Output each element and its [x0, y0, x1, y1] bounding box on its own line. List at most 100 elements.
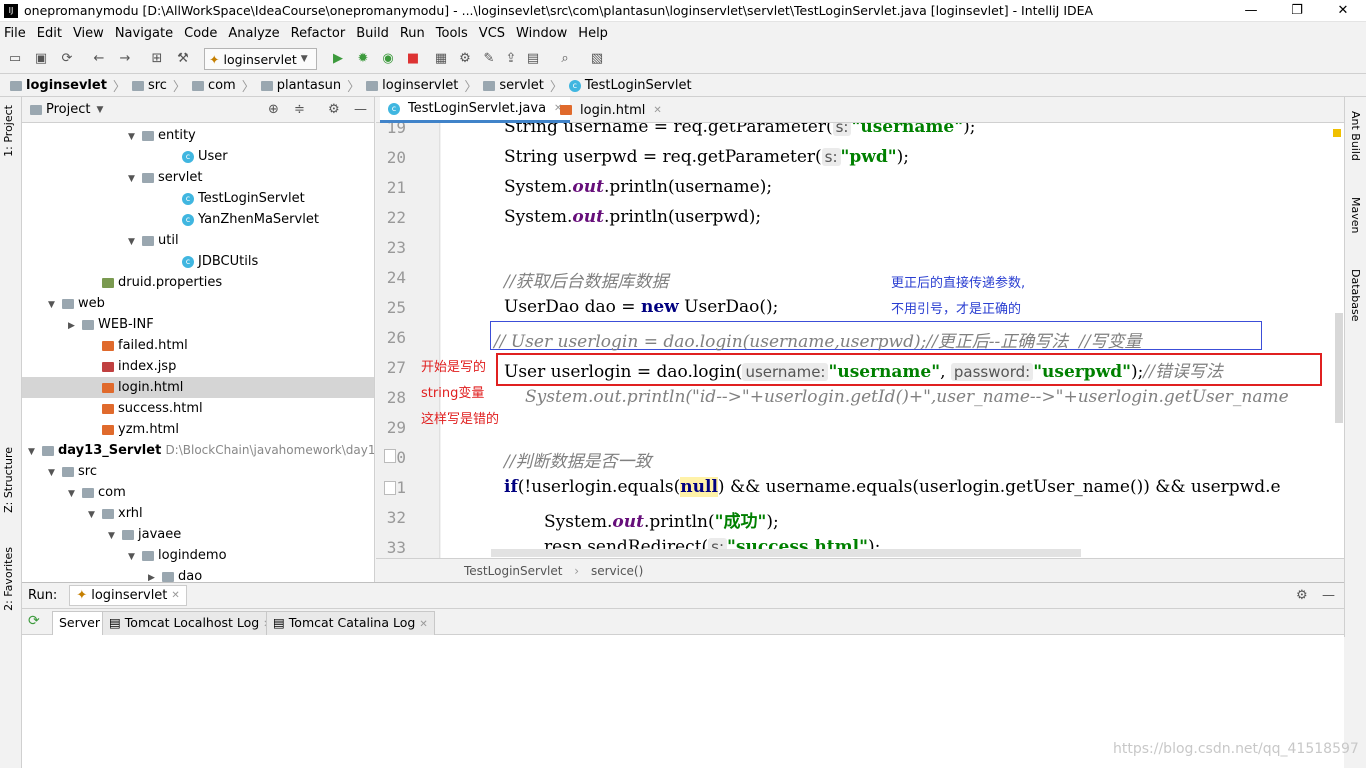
tab-favorites[interactable]: 2: Favorites	[2, 547, 15, 611]
tree-item[interactable]: success.html	[22, 398, 374, 419]
chevron-down-icon[interactable]: ▼	[128, 547, 142, 568]
project-structure-icon[interactable]: ▦	[432, 50, 450, 68]
chevron-down-icon[interactable]: ▼	[28, 442, 42, 463]
editor-breadcrumb-method[interactable]: service()	[591, 564, 643, 578]
tree-item[interactable]: ▼ xrhl	[22, 503, 374, 526]
menu-code[interactable]: Code	[184, 26, 217, 41]
open-folder-icon[interactable]: ▭	[6, 50, 24, 68]
close-icon[interactable]: ✕	[653, 105, 661, 116]
back-icon[interactable]: ←	[90, 50, 108, 68]
menu-file[interactable]: File	[4, 26, 26, 41]
tab-testloginservlet[interactable]: c TestLoginServlet.java ✕	[380, 97, 571, 123]
search-icon[interactable]: ⌕	[556, 50, 574, 68]
tree-item[interactable]: index.jsp	[22, 356, 374, 377]
run-config-select[interactable]: ✦ loginservlet ▼	[204, 48, 317, 70]
tree-item[interactable]: c TestLoginServlet	[22, 188, 374, 209]
tree-item[interactable]: ▼ util	[22, 230, 374, 253]
hide-icon[interactable]: —	[354, 102, 367, 117]
tab-ant-build[interactable]: Ant Build	[1349, 111, 1362, 161]
menu-view[interactable]: View	[73, 26, 104, 41]
run-config-tab[interactable]: ✦ loginservlet ✕	[69, 585, 187, 606]
tab-maven[interactable]: Maven	[1349, 197, 1362, 233]
code-editor[interactable]: String username = req.getParameter(s: "us…	[441, 123, 1344, 558]
tree-item[interactable]: ▼ javaee	[22, 524, 374, 545]
menu-tools[interactable]: Tools	[436, 26, 468, 41]
tab-tomcat-catalina-log[interactable]: ▤ Tomcat Catalina Log ✕	[266, 611, 435, 635]
breadcrumb-item[interactable]: TestLoginServlet	[585, 78, 692, 93]
menu-run[interactable]: Run	[400, 26, 425, 41]
chevron-down-icon[interactable]: ▼	[48, 295, 62, 316]
hide-icon[interactable]: —	[1322, 588, 1335, 603]
chevron-right-icon[interactable]: ▶	[148, 568, 162, 582]
chevron-down-icon[interactable]: ▼	[88, 505, 102, 526]
database-icon[interactable]: ▤	[524, 50, 542, 68]
tree-item[interactable]: c JDBCUtils	[22, 251, 374, 272]
tree-item[interactable]: c User	[22, 146, 374, 167]
rerun-icon[interactable]: ⟳	[28, 613, 40, 629]
run-icon[interactable]: ▶	[329, 50, 347, 68]
debug-icon[interactable]: ✹	[354, 50, 372, 68]
tree-item[interactable]: ▼ entity	[22, 125, 374, 148]
sync-icon[interactable]: ⟳	[58, 50, 76, 68]
breadcrumb-item[interactable]: servlet	[499, 78, 544, 93]
save-icon[interactable]: ▣	[32, 50, 50, 68]
tree-item[interactable]: ▼ servlet	[22, 167, 374, 190]
chevron-down-icon[interactable]: ▼	[128, 127, 142, 148]
tree-item[interactable]: druid.properties	[22, 272, 374, 293]
tree-item[interactable]: ▶ dao	[22, 566, 374, 582]
minimize-button[interactable]: —	[1228, 0, 1274, 22]
tree-item[interactable]: ▼ src	[22, 461, 374, 484]
gear-icon[interactable]: ⚙	[328, 102, 340, 117]
menu-window[interactable]: Window	[516, 26, 567, 41]
tree-item[interactable]: ▶ WEB-INF	[22, 314, 374, 337]
breadcrumb-item[interactable]: src	[148, 78, 167, 93]
tab-server[interactable]: Server	[52, 611, 107, 635]
chevron-right-icon[interactable]: ▶	[68, 316, 82, 337]
close-icon[interactable]: ✕	[419, 619, 427, 630]
breadcrumb-item[interactable]: plantasun	[277, 78, 341, 93]
chevron-down-icon[interactable]: ▼	[48, 463, 62, 484]
tree-item[interactable]: ▼ logindemo	[22, 545, 374, 568]
chevron-down-icon[interactable]: ▼	[68, 484, 82, 505]
editor-breadcrumb-class[interactable]: TestLoginServlet	[464, 564, 562, 578]
terminal-icon[interactable]: ▧	[588, 50, 606, 68]
tree-item[interactable]: login.html	[22, 377, 374, 398]
menu-analyze[interactable]: Analyze	[228, 26, 279, 41]
maximize-button[interactable]: ❐	[1274, 0, 1320, 22]
breadcrumb-item[interactable]: com	[208, 78, 236, 93]
fold-marker-icon[interactable]	[384, 481, 396, 495]
chevron-down-icon[interactable]: ▼	[128, 169, 142, 190]
locate-icon[interactable]: ⊕	[268, 102, 279, 117]
breadcrumb-item[interactable]: loginservlet	[382, 78, 458, 93]
tab-login-html[interactable]: login.html ✕	[552, 97, 670, 123]
tree-item[interactable]: ▼ com	[22, 482, 374, 505]
chevron-down-icon[interactable]: ▼	[96, 105, 103, 115]
close-button[interactable]: ✕	[1320, 0, 1366, 22]
project-title[interactable]: Project	[46, 102, 90, 117]
menu-vcs[interactable]: VCS	[479, 26, 505, 41]
upload-icon[interactable]: ⇪	[502, 50, 520, 68]
tab-database[interactable]: Database	[1349, 269, 1362, 322]
vertical-scrollbar[interactable]	[1335, 313, 1343, 423]
settings-icon[interactable]: ⚙	[456, 50, 474, 68]
fold-marker-icon[interactable]	[384, 449, 396, 463]
tree-item[interactable]: ▼ web	[22, 293, 374, 316]
stop-icon[interactable]: ■	[404, 50, 422, 68]
tree-item[interactable]: c YanZhenMaServlet	[22, 209, 374, 230]
menu-edit[interactable]: Edit	[37, 26, 62, 41]
horizontal-scrollbar[interactable]	[491, 549, 1081, 557]
chevron-down-icon[interactable]: ▼	[128, 232, 142, 253]
collapse-icon[interactable]: ≑	[294, 102, 305, 117]
menu-refactor[interactable]: Refactor	[291, 26, 346, 41]
tree-item[interactable]: ▼ day13_Servlet D:\BlockChain\javahomewor…	[22, 440, 374, 463]
menu-navigate[interactable]: Navigate	[115, 26, 173, 41]
menu-build[interactable]: Build	[356, 26, 389, 41]
gear-icon[interactable]: ⚙	[1296, 588, 1308, 603]
tab-project[interactable]: 1: Project	[2, 105, 15, 157]
hammer-icon[interactable]: ⚒	[174, 50, 192, 68]
tab-tomcat-localhost-log[interactable]: ▤ Tomcat Localhost Log ✕	[102, 611, 279, 635]
tree-item[interactable]: failed.html	[22, 335, 374, 356]
menu-help[interactable]: Help	[578, 26, 608, 41]
sdk-icon[interactable]: ✎	[480, 50, 498, 68]
tree-item[interactable]: yzm.html	[22, 419, 374, 440]
